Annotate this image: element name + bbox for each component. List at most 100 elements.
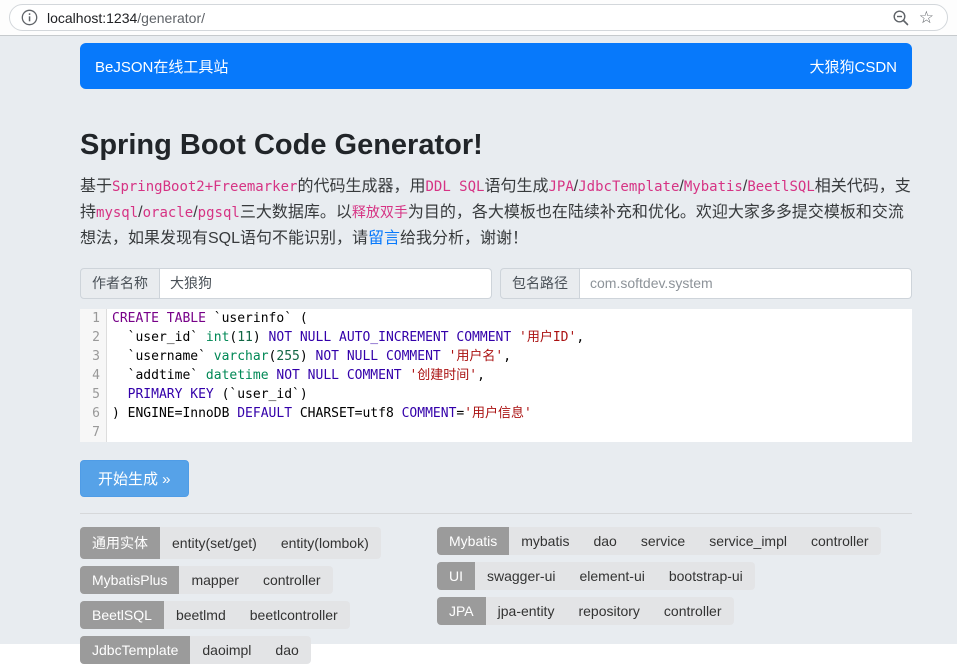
bookmark-star-icon[interactable]: ☆ xyxy=(919,9,934,26)
intro-text: 三大数据库。以 xyxy=(240,204,352,221)
code-line: 6) ENGINE=InnoDB DEFAULT CHARSET=utf8 CO… xyxy=(80,404,912,423)
group-label: JdbcTemplate xyxy=(80,636,190,664)
code-token xyxy=(112,387,128,402)
template-item-daoimpl[interactable]: daoimpl xyxy=(190,636,263,664)
intro-text: 基于 xyxy=(80,178,112,195)
code-token: `username` xyxy=(112,349,214,364)
template-item-jpa-entity[interactable]: jpa-entity xyxy=(486,597,567,625)
code-token xyxy=(441,349,449,364)
url-host: localhost:1234 xyxy=(47,10,137,26)
zoom-out-icon[interactable] xyxy=(892,9,910,27)
template-item-mapper[interactable]: mapper xyxy=(179,566,250,594)
code-token: ) xyxy=(253,330,269,345)
template-groups: 通用实体entity(set/get)entity(lombok) Mybatis… xyxy=(80,527,912,671)
form-row: 作者名称 包名路径 xyxy=(80,268,912,299)
code-line: 1CREATE TABLE `userinfo` ( xyxy=(80,309,912,328)
header-right-link[interactable]: 大狼狗CSDN xyxy=(809,56,897,77)
inline-code: DDL SQL xyxy=(425,179,484,195)
template-group-UI: UIswagger-uielement-uibootstrap-ui xyxy=(437,562,755,590)
package-input-group: 包名路径 xyxy=(500,268,912,299)
template-item-mybatis[interactable]: mybatis xyxy=(509,527,581,555)
line-number: 7 xyxy=(80,423,107,442)
template-item-repository[interactable]: repository xyxy=(566,597,651,625)
author-input[interactable] xyxy=(160,268,492,299)
template-item-entity(set/get)[interactable]: entity(set/get) xyxy=(160,527,269,559)
author-input-group: 作者名称 xyxy=(80,268,492,299)
code-token: '用户ID' xyxy=(519,330,576,345)
template-item-service_impl[interactable]: service_impl xyxy=(697,527,799,555)
main-container: BeJSON在线工具站 大狼狗CSDN Spring Boot Code Gen… xyxy=(80,43,912,671)
code-token: '创建时间' xyxy=(409,368,477,383)
inline-code: JPA xyxy=(549,179,574,195)
template-item-controller[interactable]: controller xyxy=(251,566,333,594)
template-item-service[interactable]: service xyxy=(629,527,697,555)
page-info-icon[interactable] xyxy=(21,9,38,26)
group-label: UI xyxy=(437,562,475,590)
template-item-element-ui[interactable]: element-ui xyxy=(567,562,656,590)
code-text: `addtime` datetime NOT NULL COMMENT '创建时… xyxy=(107,366,485,385)
url-text[interactable]: localhost:1234/generator/ xyxy=(47,10,205,26)
code-token: COMMENT xyxy=(402,406,457,421)
sql-code-editor[interactable]: 1CREATE TABLE `userinfo` (2 `user_id` in… xyxy=(80,309,912,442)
code-token: varchar xyxy=(214,349,269,364)
template-item-controller[interactable]: controller xyxy=(652,597,734,625)
intro-text: 的代码生成器，用 xyxy=(297,178,425,195)
template-item-bootstrap-ui[interactable]: bootstrap-ui xyxy=(657,562,755,590)
line-number: 2 xyxy=(80,328,107,347)
template-item-dao[interactable]: dao xyxy=(263,636,310,664)
intro-text: 语句生成 xyxy=(484,178,548,195)
template-item-entity(lombok)[interactable]: entity(lombok) xyxy=(269,527,381,559)
code-text: CREATE TABLE `userinfo` ( xyxy=(107,309,308,328)
code-token: NOT NULL COMMENT xyxy=(276,368,401,383)
brand-link[interactable]: BeJSON在线工具站 xyxy=(95,56,228,77)
group-label: BeetlSQL xyxy=(80,601,164,629)
package-label: 包名路径 xyxy=(500,268,580,299)
template-item-beetlcontroller[interactable]: beetlcontroller xyxy=(238,601,350,629)
code-token: CREATE TABLE xyxy=(112,311,206,326)
code-token: 255 xyxy=(276,349,299,364)
template-item-swagger-ui[interactable]: swagger-ui xyxy=(475,562,567,590)
site-header: BeJSON在线工具站 大狼狗CSDN xyxy=(80,43,912,89)
code-token: 11 xyxy=(237,330,253,345)
inline-code: JdbcTemplate xyxy=(578,179,679,195)
code-text: `user_id` int(11) NOT NULL AUTO_INCREMEN… xyxy=(107,328,584,347)
code-token: (`user_id`) xyxy=(214,387,308,402)
template-groups-left-column: 通用实体entity(set/get)entity(lombok) Mybatis… xyxy=(80,527,437,671)
code-text: ) ENGINE=InnoDB DEFAULT CHARSET=utf8 COM… xyxy=(107,404,532,423)
template-item-beetlmd[interactable]: beetlmd xyxy=(164,601,238,629)
code-token: `addtime` xyxy=(112,368,206,383)
code-text: PRIMARY KEY (`user_id`) xyxy=(107,385,308,404)
line-number: 5 xyxy=(80,385,107,404)
code-line: 4 `addtime` datetime NOT NULL COMMENT '创… xyxy=(80,366,912,385)
feedback-link[interactable]: 留言 xyxy=(368,230,400,247)
template-group-通用实体: 通用实体entity(set/get)entity(lombok) xyxy=(80,527,381,559)
template-item-controller[interactable]: controller xyxy=(799,527,881,555)
code-token: `userinfo` ( xyxy=(206,311,308,326)
code-line: 5 PRIMARY KEY (`user_id`) xyxy=(80,385,912,404)
template-group-JdbcTemplate: JdbcTemplatedaoimpldao xyxy=(80,636,311,664)
package-input[interactable] xyxy=(580,268,912,299)
line-number: 3 xyxy=(80,347,107,366)
template-group-Mybatis: Mybatismybatisdaoserviceservice_implcont… xyxy=(437,527,881,555)
code-token: , xyxy=(503,349,511,364)
address-bar[interactable]: localhost:1234/generator/ ☆ xyxy=(9,4,948,31)
template-group-BeetlSQL: BeetlSQLbeetlmdbeetlcontroller xyxy=(80,601,350,629)
code-token: PRIMARY KEY xyxy=(128,387,214,402)
code-token: int xyxy=(206,330,229,345)
browser-toolbar: localhost:1234/generator/ ☆ xyxy=(0,0,957,36)
code-line: 2 `user_id` int(11) NOT NULL AUTO_INCREM… xyxy=(80,328,912,347)
group-label: MybatisPlus xyxy=(80,566,179,594)
code-token: DEFAULT xyxy=(237,406,292,421)
template-item-dao[interactable]: dao xyxy=(581,527,628,555)
code-token: , xyxy=(477,368,485,383)
code-line: 3 `username` varchar(255) NOT NULL COMME… xyxy=(80,347,912,366)
inline-code: pgsql xyxy=(198,205,240,221)
template-group-JPA: JPAjpa-entityrepositorycontroller xyxy=(437,597,734,625)
page-background: BeJSON在线工具站 大狼狗CSDN Spring Boot Code Gen… xyxy=(0,36,957,644)
line-number: 4 xyxy=(80,366,107,385)
inline-code: 释放双手 xyxy=(352,205,408,221)
inline-code: Mybatis xyxy=(684,179,743,195)
generate-button[interactable]: 开始生成 » xyxy=(80,460,189,497)
inline-code: mysql xyxy=(96,205,138,221)
code-token: datetime xyxy=(206,368,269,383)
